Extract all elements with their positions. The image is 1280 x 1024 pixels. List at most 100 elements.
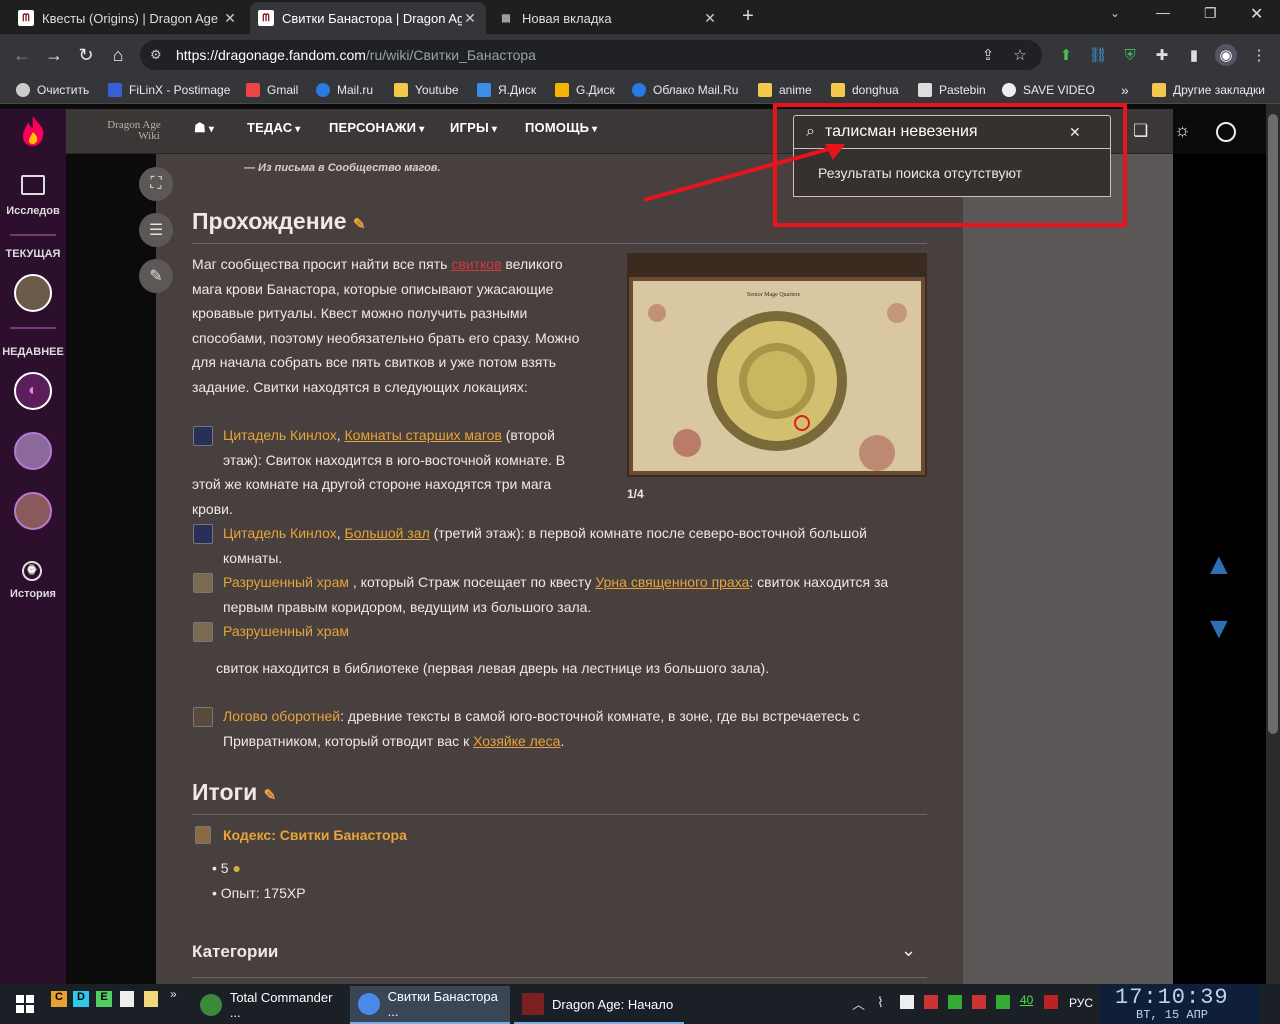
more-bookmarks-chevron[interactable]: » — [1121, 80, 1129, 100]
quick-notepad-icon[interactable] — [120, 991, 134, 1007]
codex-link[interactable]: Кодекс: Свитки Банастора — [223, 827, 407, 843]
share-icon[interactable]: ⇪ — [977, 44, 999, 66]
nav-games[interactable]: ИГРЫ — [450, 120, 497, 135]
kinloch-link[interactable]: Цитадель Кинлох — [223, 525, 337, 541]
user-account-icon[interactable] — [1216, 122, 1236, 142]
close-tab-icon[interactable]: ✕ — [222, 10, 238, 27]
urn-quest-link[interactable]: Урна священного праха — [595, 574, 749, 590]
tab-quests[interactable]: ᗰ Квесты (Origins) | Dragon Age W ✕ — [10, 2, 246, 34]
taskbar-total-commander[interactable]: Total Commander ... — [192, 986, 346, 1024]
quick-drive-e-icon[interactable]: E — [96, 991, 112, 1007]
nav-tedas[interactable]: ТЕДАС — [247, 120, 301, 135]
rail-history-label[interactable]: История — [0, 588, 66, 600]
tab-scrolls[interactable]: ᗰ Свитки Банастора | Dragon Age ✕ — [250, 2, 486, 34]
bookmark-item[interactable]: Youtube — [394, 80, 459, 100]
table-of-contents-icon[interactable]: ☰ — [139, 213, 173, 247]
tray-clip-icon[interactable]: ⌇ — [877, 994, 884, 1011]
reload-button[interactable]: ↻ — [72, 41, 100, 69]
language-indicator[interactable]: РУС — [1069, 996, 1093, 1010]
scroll-down-arrow-icon[interactable]: ▼ — [1204, 612, 1234, 646]
history-clock-icon[interactable]: ⌚ — [22, 561, 42, 581]
tab-newtab[interactable]: ▦ Новая вкладка ✕ — [490, 2, 726, 34]
ruined-temple-link[interactable]: Разрушенный храм — [223, 574, 349, 590]
close-window-button[interactable]: ✕ — [1250, 4, 1263, 24]
bookmark-item[interactable]: Очистить — [16, 80, 89, 100]
chevron-down-icon[interactable]: ⌄ — [901, 940, 916, 961]
tray-overflow-icon[interactable]: ︿ — [852, 994, 865, 1013]
recent-wiki-fandom-avatar[interactable]: ◐ — [14, 372, 52, 410]
bookmark-item[interactable]: Облако Mail.Ru — [632, 80, 738, 100]
map-image[interactable]: Senior Mage Quarters — [627, 253, 927, 477]
taskbar-dragon-age[interactable]: Dragon Age: Начало — [514, 986, 684, 1024]
upload-extension-icon[interactable]: ⬆ — [1055, 44, 1077, 66]
bookmark-item[interactable]: Pastebin — [918, 80, 986, 100]
tray-app-icon[interactable] — [1044, 995, 1058, 1009]
categories-heading[interactable]: Категории — [192, 942, 278, 962]
close-tab-icon[interactable]: ✕ — [702, 10, 718, 27]
browser-menu-icon[interactable]: ⋮ — [1248, 44, 1270, 66]
bookmark-item[interactable]: Gmail — [246, 80, 298, 100]
minimize-button[interactable]: — — [1156, 4, 1170, 20]
tray-app-icon[interactable] — [948, 995, 962, 1009]
wiki-logo[interactable]: Dragon Age Wiki — [98, 120, 170, 142]
bookmark-star-icon[interactable]: ☆ — [1009, 44, 1031, 66]
tray-app-icon[interactable] — [900, 995, 914, 1009]
side-panel-icon[interactable]: ▮ — [1183, 44, 1205, 66]
bookmark-item[interactable]: FiLinX - Postimage — [108, 80, 230, 100]
quick-folder-icon[interactable] — [144, 991, 158, 1007]
bookmark-item[interactable]: G.Диск — [555, 80, 615, 100]
restore-button[interactable]: ❐ — [1204, 5, 1217, 22]
extensions-puzzle-icon[interactable]: ✚ — [1151, 44, 1173, 66]
start-windows-icon[interactable] — [16, 995, 34, 1013]
theme-sun-icon[interactable]: ☼ — [1174, 120, 1191, 141]
current-wiki-avatar[interactable] — [14, 274, 52, 312]
quick-more-chevron[interactable]: » — [170, 987, 177, 1001]
scrollbar-thumb[interactable] — [1268, 114, 1278, 734]
nav-characters[interactable]: ПЕРСОНАЖИ — [329, 120, 424, 135]
edit-section-pencil-icon[interactable]: ✎ — [264, 787, 277, 804]
rail-explore-label[interactable]: Исследов — [0, 205, 66, 217]
site-info-icon[interactable]: ⚙ — [150, 47, 162, 63]
quick-drive-d-icon[interactable]: D — [73, 991, 89, 1007]
link-extension-icon[interactable]: ⛓ — [1087, 44, 1109, 66]
ruined-temple-link[interactable]: Разрушенный храм — [223, 623, 349, 639]
tab-search-icon[interactable]: ⌄ — [1110, 6, 1120, 20]
werewolf-lair-link[interactable]: Логово оборотней — [223, 708, 340, 724]
home-button[interactable]: ⌂ — [104, 41, 132, 69]
edit-section-pencil-icon[interactable]: ✎ — [353, 216, 366, 233]
other-bookmarks[interactable]: Другие закладки — [1152, 80, 1265, 100]
tray-counter[interactable]: 40 — [1020, 993, 1033, 1007]
bookmark-item[interactable]: SAVE VIDEO — [1002, 80, 1095, 100]
nav-help[interactable]: ПОМОЩЬ — [525, 120, 597, 135]
scrolls-link[interactable]: свитков — [451, 256, 501, 272]
bookmark-item[interactable]: anime — [758, 80, 812, 100]
fandom-logo-icon[interactable] — [18, 114, 48, 148]
tray-app-icon[interactable] — [924, 995, 938, 1009]
tray-app-icon[interactable] — [996, 995, 1010, 1009]
bookmark-item[interactable]: Mail.ru — [316, 80, 373, 100]
back-button[interactable]: ← — [8, 41, 36, 69]
discussions-icon[interactable]: ❏ — [1133, 121, 1148, 141]
edit-pencil-icon[interactable]: ✎ — [139, 259, 173, 293]
recent-wiki-avatar[interactable] — [14, 432, 52, 470]
senior-mage-quarters-link[interactable]: Комнаты старших магов — [345, 427, 502, 443]
bookmark-item[interactable]: Я.Диск — [477, 80, 536, 100]
scroll-up-arrow-icon[interactable]: ▲ — [1204, 548, 1234, 582]
great-hall-link[interactable]: Большой зал — [345, 525, 430, 541]
taskbar-browser[interactable]: Свитки Банастора ... — [350, 986, 510, 1024]
shield-extension-icon[interactable]: ⛨ — [1119, 44, 1141, 66]
close-tab-icon[interactable]: ✕ — [462, 10, 478, 27]
address-bar[interactable]: https://dragonage.fandom.com/ru/wiki/Сви… — [140, 40, 1042, 70]
bookmark-item[interactable]: donghua — [831, 80, 899, 100]
quick-drive-c-icon[interactable]: C — [51, 991, 67, 1007]
explore-icon[interactable] — [21, 175, 45, 195]
tray-app-icon[interactable] — [972, 995, 986, 1009]
forward-button[interactable]: → — [40, 41, 68, 69]
fullscreen-toggle-icon[interactable]: ⛶ — [139, 167, 173, 201]
lady-of-forest-link[interactable]: Хозяйке леса — [473, 733, 560, 749]
recent-wiki-avatar[interactable] — [14, 492, 52, 530]
new-tab-button[interactable]: + — [737, 5, 759, 29]
kinloch-link[interactable]: Цитадель Кинлох — [223, 427, 337, 443]
nav-community-icon[interactable]: ☗ — [194, 120, 214, 136]
profile-avatar-icon[interactable]: ◉ — [1215, 44, 1237, 66]
